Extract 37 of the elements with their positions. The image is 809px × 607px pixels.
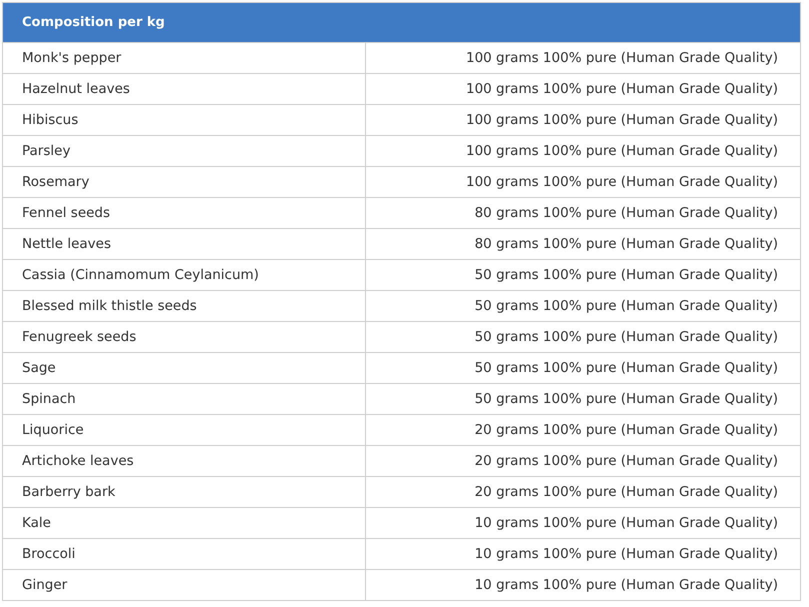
- table-cell: 50 grams 100% pure (Human Grade Quality): [366, 384, 800, 414]
- table-cell: Sage: [2, 352, 366, 384]
- table-cell: Nettle leaves: [2, 228, 366, 260]
- table-cell: 10 grams 100% pure (Human Grade Quality): [366, 508, 800, 538]
- table-cell: Cassia (Cinnamomum Ceylanicum): [2, 260, 366, 290]
- table-cell: 10 grams 100% pure (Human Grade Quality): [366, 538, 800, 570]
- table-cell: 100 grams 100% pure (Human Grade Quality): [366, 136, 800, 166]
- table-cell: Fenugreek seeds: [2, 322, 366, 352]
- table-cell: 80 grams 100% pure (Human Grade Quality): [366, 198, 800, 228]
- table-cell: Broccoli: [2, 538, 366, 570]
- table-cell: 50 grams 100% pure (Human Grade Quality): [366, 322, 800, 352]
- table-cell: 100 grams 100% pure (Human Grade Quality): [366, 74, 800, 104]
- table-cell: Liquorice: [2, 414, 366, 446]
- table-cell: Hazelnut leaves: [2, 74, 366, 104]
- table-cell: Rosemary: [2, 166, 366, 198]
- table-cell: Artichoke leaves: [2, 446, 366, 476]
- table-cell: Monk's pepper: [2, 42, 366, 74]
- table-cell: 20 grams 100% pure (Human Grade Quality): [366, 446, 800, 476]
- table-cell: Ginger: [2, 570, 366, 600]
- table-cell: Barberry bark: [2, 476, 366, 508]
- table-cell: 50 grams 100% pure (Human Grade Quality): [366, 260, 800, 290]
- table-cell: 100 grams 100% pure (Human Grade Quality): [366, 166, 800, 198]
- table-cell: Hibiscus: [2, 104, 366, 136]
- table-cell: Fennel seeds: [2, 198, 366, 228]
- table-cell: 80 grams 100% pure (Human Grade Quality): [366, 228, 800, 260]
- table-cell: 100 grams 100% pure (Human Grade Quality): [366, 104, 800, 136]
- table-cell: 50 grams 100% pure (Human Grade Quality): [366, 290, 800, 322]
- table-cell: 20 grams 100% pure (Human Grade Quality): [366, 414, 800, 446]
- table-cell: 20 grams 100% pure (Human Grade Quality): [366, 476, 800, 508]
- table-cell: Spinach: [2, 384, 366, 414]
- table-cell: Parsley: [2, 136, 366, 166]
- table-cell: 10 grams 100% pure (Human Grade Quality): [366, 570, 800, 600]
- table-header: Composition per kg: [2, 2, 800, 42]
- table-cell: Blessed milk thistle seeds: [2, 290, 366, 322]
- table-cell: Kale: [2, 508, 366, 538]
- table-cell: 100 grams 100% pure (Human Grade Quality): [366, 42, 800, 74]
- table-cell: 50 grams 100% pure (Human Grade Quality): [366, 352, 800, 384]
